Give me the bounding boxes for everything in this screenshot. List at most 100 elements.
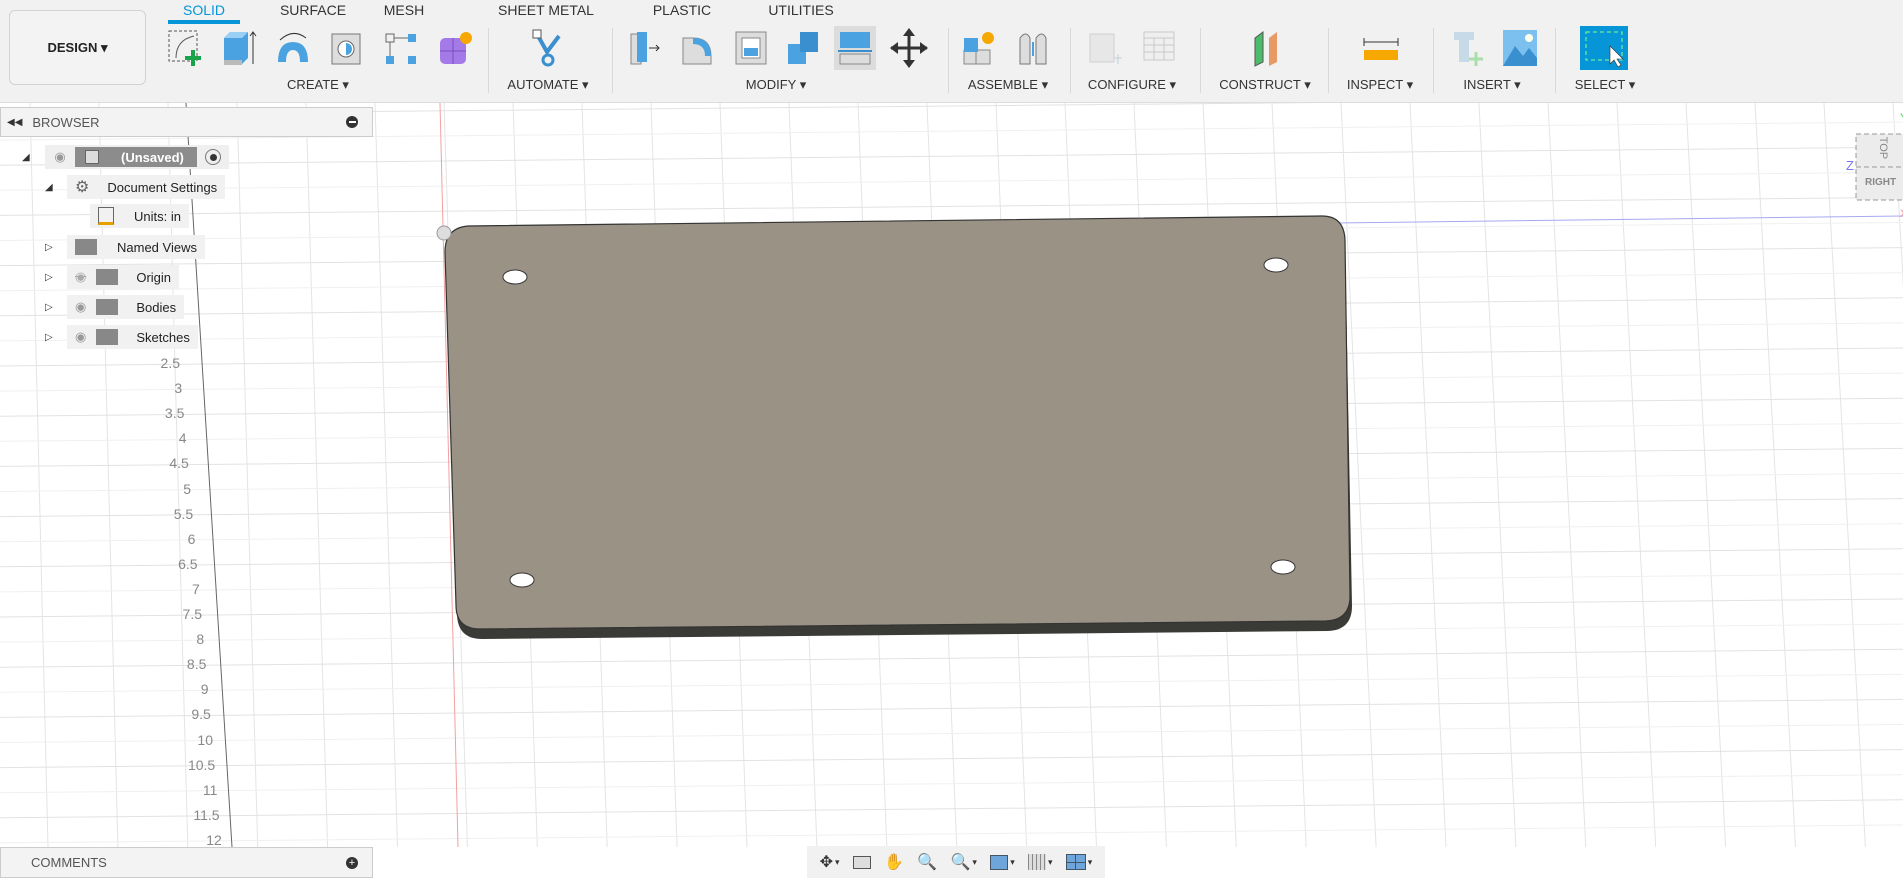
expand-triangle-icon[interactable]: ▷ bbox=[45, 242, 53, 253]
pattern-button[interactable] bbox=[380, 26, 422, 70]
ruler-label: 8 bbox=[196, 631, 205, 648]
insert-mcmaster-button[interactable] bbox=[1446, 26, 1488, 70]
fit-button[interactable]: 🔍 ▾ bbox=[950, 852, 976, 872]
modify-menu[interactable]: MODIFY ▾ bbox=[746, 77, 806, 93]
offset-plane-button[interactable] bbox=[1245, 26, 1287, 70]
joint-button[interactable] bbox=[1012, 26, 1054, 70]
measure-button[interactable] bbox=[1360, 26, 1402, 70]
configure-menu[interactable]: CONFIGURE ▾ bbox=[1088, 77, 1176, 93]
tab-sheet-metal[interactable]: SHEET METAL bbox=[498, 2, 594, 18]
create-menu[interactable]: CREATE ▾ bbox=[287, 77, 349, 93]
new-component-button[interactable] bbox=[958, 26, 1000, 70]
tab-utilities[interactable]: UTILITIES bbox=[768, 2, 833, 18]
grid-icon bbox=[1027, 854, 1046, 870]
expand-triangle-icon[interactable]: ▷ bbox=[45, 272, 53, 283]
measure-icon bbox=[1363, 38, 1399, 60]
tab-solid[interactable]: SOLID bbox=[183, 2, 225, 18]
add-comment-icon[interactable]: + bbox=[346, 856, 358, 869]
component-label: (Unsaved) bbox=[75, 147, 197, 167]
split-face-button[interactable] bbox=[834, 26, 876, 70]
orbit-button[interactable]: ✥ ▾ bbox=[820, 852, 840, 872]
configure-button[interactable] bbox=[1084, 26, 1126, 70]
create-sketch-button[interactable] bbox=[164, 26, 206, 70]
tree-item-document-settings[interactable]: ⚙ Document Settings bbox=[67, 175, 226, 199]
viewcube-top-face[interactable]: TOP bbox=[1877, 137, 1889, 159]
grid-line bbox=[0, 774, 1903, 794]
minimize-panel-icon[interactable] bbox=[346, 116, 358, 128]
tree-item-named-views[interactable]: Named Views bbox=[67, 235, 205, 259]
inspect-menu[interactable]: INSPECT ▾ bbox=[1347, 77, 1413, 93]
ruler-label: 8.5 bbox=[186, 656, 207, 673]
revolve-button[interactable] bbox=[272, 26, 314, 70]
grid-line bbox=[374, 102, 398, 848]
tree-item-bodies[interactable]: ◉ Bodies bbox=[67, 295, 185, 319]
eye-icon[interactable]: ◉ bbox=[75, 299, 86, 315]
construct-menu[interactable]: CONSTRUCT ▾ bbox=[1219, 77, 1311, 93]
look-at-button[interactable] bbox=[852, 855, 871, 869]
expand-triangle-icon[interactable]: ▷ bbox=[45, 302, 53, 313]
bolt-icon bbox=[1454, 32, 1483, 66]
automate-button[interactable] bbox=[527, 26, 569, 70]
zoom-button[interactable]: 🔍 bbox=[917, 852, 937, 872]
shell-button[interactable] bbox=[730, 26, 772, 70]
plate-body[interactable] bbox=[444, 215, 1352, 639]
3d-viewport[interactable] bbox=[0, 96, 1903, 878]
fillet-button[interactable] bbox=[677, 26, 719, 70]
units-document-icon bbox=[98, 207, 114, 225]
create-form-button[interactable] bbox=[434, 26, 476, 70]
eye-hidden-icon[interactable]: ◉ bbox=[75, 269, 86, 285]
tree-item-sketches[interactable]: ◉ Sketches bbox=[67, 325, 198, 349]
eye-icon[interactable]: ◉ bbox=[75, 329, 86, 345]
display-settings-button[interactable]: ▾ bbox=[990, 854, 1015, 870]
select-button[interactable] bbox=[1580, 26, 1628, 70]
comments-panel[interactable]: COMMENTS + bbox=[0, 847, 373, 878]
create-sketch-icon bbox=[168, 30, 201, 66]
collapse-triangle-icon[interactable]: ◢ bbox=[22, 152, 30, 163]
select-menu[interactable]: SELECT ▾ bbox=[1575, 77, 1635, 93]
multiple-views-icon bbox=[1065, 854, 1086, 870]
extrude-button[interactable] bbox=[218, 26, 260, 70]
ruler-label: 12 bbox=[206, 831, 222, 848]
assemble-menu[interactable]: ASSEMBLE ▾ bbox=[968, 77, 1048, 93]
grid-line bbox=[1616, 102, 1657, 848]
origin-point[interactable] bbox=[436, 225, 452, 241]
pan-hand-icon: ✋ bbox=[884, 854, 905, 871]
tab-plastic[interactable]: PLASTIC bbox=[653, 2, 711, 18]
view-cube[interactable]: TOP RIGHT Z Y X bbox=[1810, 112, 1903, 222]
workspace-switcher[interactable]: DESIGN ▾ bbox=[9, 10, 146, 85]
collapse-panel-icon[interactable]: ◀◀ bbox=[7, 117, 22, 128]
move-copy-button[interactable] bbox=[888, 26, 930, 70]
new-component-icon bbox=[963, 32, 994, 65]
separator bbox=[948, 28, 949, 93]
pan-button[interactable]: ✋ bbox=[884, 852, 904, 872]
hole-button[interactable] bbox=[326, 26, 368, 70]
viewcube-right-face[interactable]: RIGHT bbox=[1865, 177, 1896, 188]
combine-button[interactable] bbox=[782, 26, 824, 70]
canvas[interactable] bbox=[0, 96, 1903, 878]
eye-icon[interactable]: ◉ bbox=[45, 149, 75, 165]
combine-icon bbox=[788, 32, 818, 64]
root-component[interactable]: ◉ (Unsaved) bbox=[45, 145, 229, 169]
viewports-button[interactable]: ▾ bbox=[1065, 854, 1092, 870]
grid-settings-button[interactable]: ▾ bbox=[1027, 854, 1053, 870]
insert-menu[interactable]: INSERT ▾ bbox=[1463, 77, 1520, 93]
grid-line bbox=[236, 102, 259, 848]
configuration-table-button[interactable] bbox=[1138, 26, 1180, 70]
collapse-triangle-icon[interactable]: ◢ bbox=[45, 182, 53, 193]
grid-line bbox=[1409, 102, 1447, 848]
automate-menu[interactable]: AUTOMATE ▾ bbox=[507, 77, 588, 93]
shell-icon bbox=[735, 31, 767, 65]
tree-item-units[interactable]: Units: in bbox=[90, 204, 189, 228]
tab-surface[interactable]: SURFACE bbox=[280, 2, 346, 18]
tab-mesh[interactable]: MESH bbox=[384, 2, 424, 18]
insert-canvas-button[interactable] bbox=[1499, 26, 1541, 70]
press-pull-button[interactable] bbox=[625, 26, 667, 70]
z-axis-label: Z bbox=[1846, 158, 1854, 173]
separator bbox=[1555, 28, 1556, 93]
browser-panel-header: ◀◀ BROWSER bbox=[0, 107, 373, 137]
expand-triangle-icon[interactable]: ▷ bbox=[45, 332, 53, 343]
tree-item-origin[interactable]: ◉ Origin bbox=[67, 265, 180, 289]
separator bbox=[1328, 28, 1329, 93]
ruler-label: 5.5 bbox=[173, 505, 194, 522]
activate-radio[interactable] bbox=[205, 149, 221, 165]
